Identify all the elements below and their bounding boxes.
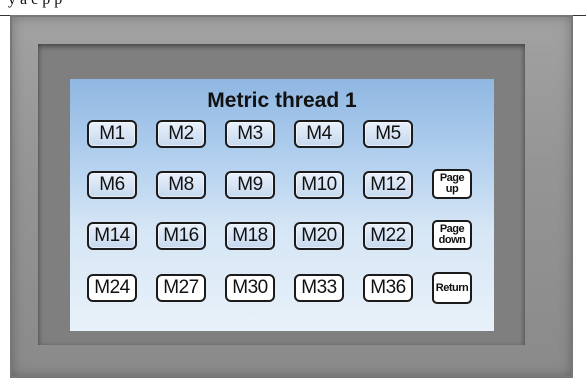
thread-button-m33[interactable]: M33 (294, 274, 344, 302)
screen-title: Metric thread 1 (207, 89, 357, 112)
thread-button-m6[interactable]: M6 (87, 171, 137, 199)
page-down-button[interactable]: Page down (432, 220, 472, 250)
thread-button-m1[interactable]: M1 (87, 120, 137, 148)
thread-button-m2[interactable]: M2 (156, 120, 206, 148)
thread-button-m30[interactable]: M30 (225, 274, 275, 302)
thread-button-m8[interactable]: M8 (156, 171, 206, 199)
touch-screen: Metric thread 1 M1 M2 M3 M4 M5 M6 M8 M9 … (70, 79, 494, 331)
thread-button-m9[interactable]: M9 (225, 171, 275, 199)
thread-button-m14[interactable]: M14 (87, 222, 137, 250)
thread-button-m3[interactable]: M3 (225, 120, 275, 148)
page-down-label-2: down (438, 234, 466, 246)
thread-button-m12[interactable]: M12 (363, 171, 413, 199)
caption-text: y a c p p (8, 0, 62, 9)
thread-button-m20[interactable]: M20 (294, 222, 344, 250)
page-up-button[interactable]: Page up (432, 169, 472, 199)
thread-button-m4[interactable]: M4 (294, 120, 344, 148)
return-label: Return (435, 281, 469, 294)
thread-button-m27[interactable]: M27 (156, 274, 206, 302)
thread-button-m24[interactable]: M24 (87, 274, 137, 302)
thread-button-m18[interactable]: M18 (225, 222, 275, 250)
thread-button-m22[interactable]: M22 (363, 222, 413, 250)
thread-button-m10[interactable]: M10 (294, 171, 344, 199)
thread-button-m16[interactable]: M16 (156, 222, 206, 250)
return-button[interactable]: Return (432, 272, 472, 304)
thread-button-m36[interactable]: M36 (363, 274, 413, 302)
thread-button-m5[interactable]: M5 (363, 120, 413, 148)
page-up-label-2: up (445, 183, 459, 195)
